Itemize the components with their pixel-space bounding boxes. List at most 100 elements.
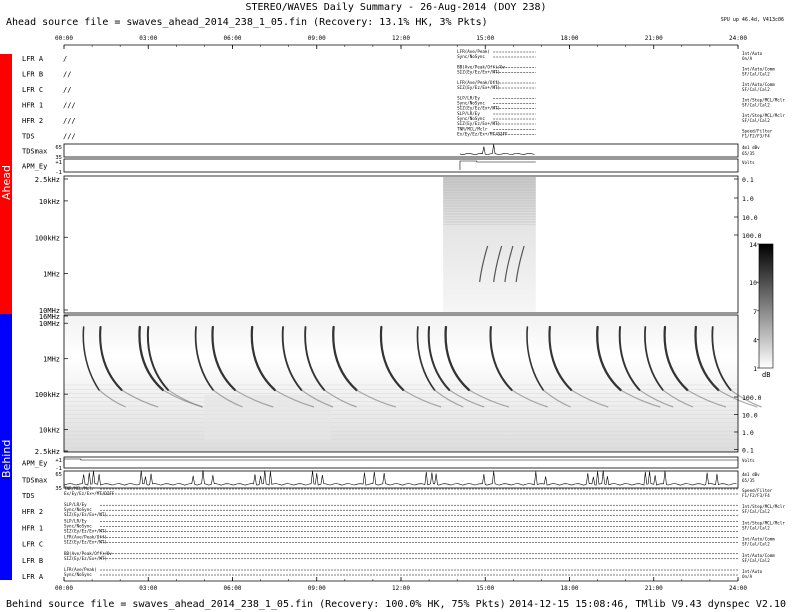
time-tick-label: 09:00 (308, 35, 326, 42)
time-tick-label: 09:00 (308, 585, 326, 592)
ahead-spec-frame (63, 175, 739, 314)
colorbar-tick-label: 7 (753, 308, 757, 316)
panel-right-text: 65/35 (742, 151, 755, 156)
row-mode-text: Sync/NoSync (457, 54, 485, 59)
row-right-text: SF/Cal/Cal2 (742, 525, 770, 530)
panel-label: TDSmax (22, 477, 47, 485)
panel-tick: 65 (55, 472, 62, 478)
row-mode-text: Ex/Ey/Ez/Ex+/MT/DIFF (64, 491, 115, 496)
behind-noise-block (204, 395, 331, 440)
row-right-text: F1/F2/F3/F4 (742, 134, 770, 139)
row-mode-text: SIZ(Ey/Ez/Ex+/MT) (457, 121, 500, 126)
generation-stamp: 2014-12-15 15:08:46, TMlib V9.43 dynspec… (509, 599, 786, 610)
row-label: LFR C (22, 86, 43, 94)
panel-right-text: Volts (742, 160, 755, 165)
row-mark: /// (63, 102, 76, 110)
panel-right-text: 4m1 dBv (742, 145, 760, 150)
time-tick-label: 24:00 (729, 585, 747, 592)
behind-wavelength-label: 100.0 (742, 394, 762, 402)
ahead-tdsmax-panel: TDSmax 65354m1 dBv65/35 (22, 143, 760, 161)
row-right-text: SF/Cal/Cal2 (742, 542, 770, 547)
ahead-freq-label: 10kHz (39, 198, 60, 206)
row-label: TDS (22, 133, 35, 141)
time-tick-label: 12:00 (392, 35, 410, 42)
panel-right-text: 65/35 (742, 478, 755, 483)
row-label: HFR 2 (22, 117, 43, 125)
panel-frame (63, 158, 739, 173)
time-tick-label: 21:00 (645, 35, 663, 42)
ahead-apm-panel: APM_Ey +1-1Volts (22, 158, 755, 176)
panel-frame (63, 456, 739, 469)
row-mode-text: SIZ(Ey/Ez/Ex+/MT) (457, 70, 500, 75)
ahead-instrument-rows: LFR A/LFR(Ave/Peak)Sync/NoSyncInt/AutoOn… (22, 49, 785, 141)
behind-freq-label: 10kHz (39, 427, 60, 435)
row-mark: // (63, 86, 71, 94)
panel-right-text: 4m1 dBv (742, 472, 760, 477)
time-tick-label: 18:00 (560, 35, 578, 42)
colorbar-tick-label: 14 (749, 241, 757, 249)
row-label: LFR C (22, 541, 43, 549)
behind-freq-label: 2.5kHz (35, 448, 60, 456)
colorbar-tick-label: 4 (753, 336, 757, 344)
behind-side-label: Behind (0, 439, 13, 478)
row-mark: / (63, 55, 67, 63)
colorbar-tick-label: 10 (749, 279, 757, 287)
row-right-text: SF/Cal/Cal2 (742, 118, 770, 123)
behind-apm-panel: APM_Ey +1-1Volts (22, 456, 755, 472)
panel-frame (63, 143, 739, 158)
colorbar-unit: dB (762, 371, 770, 379)
time-tick-label: 03:00 (139, 585, 157, 592)
time-tick-label: 00:00 (55, 35, 73, 42)
row-label: LFR B (22, 71, 43, 79)
panel-trace (459, 160, 536, 170)
ahead-freq-label: 2.5kHz (35, 176, 60, 184)
panel-tick: +1 (55, 458, 62, 464)
colorbar-tick-label: 1 (753, 365, 757, 373)
panel-trace (63, 470, 737, 486)
row-right-text: SF/Cal/Cal2 (742, 72, 770, 77)
time-axis-bottom: 00:00 03:00 06:00 09:00 12:00 15:00 18:00 21:00… (55, 577, 747, 592)
row-label: LFR A (22, 55, 44, 63)
time-tick-label: 12:00 (392, 585, 410, 592)
row-label: LFR A (22, 573, 44, 581)
row-mode-text: SIZ(Ey/Ez/Ex+/MT) (64, 512, 107, 517)
panel-trace (63, 458, 738, 466)
row-right-text: SF/Cal/Cal2 (742, 558, 770, 563)
behind-freq-label: 10MHz (39, 320, 60, 328)
ahead-side-label: Ahead (0, 165, 13, 200)
time-axis-top: 00:00 03:00 06:00 09:00 12:00 15:00 18:00 21:00… (55, 35, 747, 49)
panel-label: TDSmax (22, 148, 47, 156)
ahead-freq-label: 1MHz (43, 271, 60, 279)
row-label: HFR 1 (22, 524, 43, 532)
row-mode-text: Ex/Ey/Ez/Ex+/MT/DIFF (457, 132, 508, 137)
behind-freq-label: 100kHz (35, 391, 60, 399)
row-mode-text: SIZ(Ey/Ez/Ex+/MT) (457, 85, 500, 90)
row-mark: /// (63, 133, 76, 141)
time-tick-label: 21:00 (645, 585, 663, 592)
row-mark: /// (63, 117, 76, 125)
panel-frame (63, 470, 739, 489)
ahead-wavelength-label: 100.0 (742, 232, 762, 240)
row-right-text: F1/F2/F3/F4 (742, 493, 770, 498)
panel-trace (459, 144, 535, 155)
panel-tick: 35 (55, 486, 62, 492)
ahead-freq-label: 100kHz (35, 234, 60, 242)
panel-label: APM_Ey (22, 460, 47, 468)
ahead-wavelength-label: 1.0 (742, 195, 754, 203)
ahead-wavelength-label: 10.0 (742, 214, 758, 222)
behind-instrument-rows: TDSTNR/MCL/MclrEx/Ey/Ez/Ex+/MT/DIFFSpeed… (22, 486, 785, 581)
behind-wavelength-label: 10.0 (742, 412, 758, 420)
row-right-text: On/A (742, 56, 753, 61)
behind-source-file: Behind source file = swaves_ahead_2014_2… (6, 599, 506, 610)
row-right-text: SF/Cal/Cal2 (742, 87, 770, 92)
behind-wavelength-label: 1.0 (742, 429, 754, 437)
row-label: HFR 2 (22, 508, 43, 516)
behind-freq-label: 1MHz (43, 356, 60, 364)
panel-label: APM_Ey (22, 163, 47, 171)
row-label: HFR 1 (22, 102, 43, 110)
row-right-text: SF/Cal/Cal2 (742, 509, 770, 514)
row-label: LFR B (22, 557, 43, 565)
colorbar-gradient (758, 243, 774, 369)
time-tick-label: 15:00 (476, 35, 494, 42)
page-title: STEREO/WAVES Daily Summary - 26-Aug-2014… (245, 2, 547, 13)
